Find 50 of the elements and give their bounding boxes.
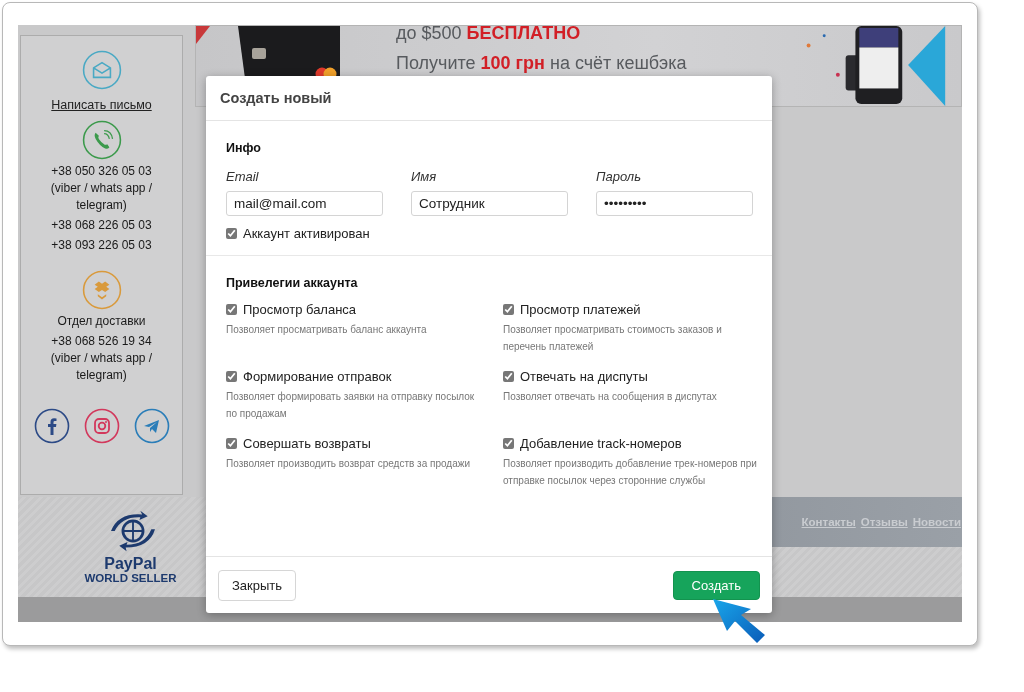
- checkbox[interactable]: [226, 438, 237, 449]
- privilege-description: Позволяет производить добавление трек-номеров при отправке посылок через сторонние службы: [503, 457, 758, 488]
- field-label: Email: [226, 169, 260, 184]
- phone-number: +38 050 326 05 03: [51, 163, 152, 180]
- checkbox-label: Просмотр баланса: [243, 302, 357, 317]
- cursor-icon: [713, 599, 765, 643]
- dialog-title: Создать новый: [220, 90, 332, 106]
- privilege-description: Позволяет просматривать стоимость заказов и перечень платежей: [503, 323, 723, 354]
- messenger-note: (viber / whats app / telegram): [49, 350, 154, 384]
- input-field[interactable]: Сотрудник: [411, 191, 568, 216]
- input-field[interactable]: mail@mail.com: [226, 191, 383, 216]
- checkbox-label: Просмотр платежей: [520, 302, 641, 317]
- checkbox-label: Совершать возвраты: [243, 436, 371, 451]
- close-button[interactable]: Закрыть: [218, 569, 297, 601]
- checkbox-label: Формирование отправок: [243, 369, 392, 384]
- facebook-icon[interactable]: [33, 408, 70, 444]
- input-field[interactable]: •••••••••: [596, 191, 753, 216]
- checkbox[interactable]: [503, 438, 514, 449]
- promo-text: Получите 100 грн на счёт кешбэка: [396, 52, 687, 75]
- checkbox[interactable]: [226, 228, 237, 239]
- field-label: Пароль: [596, 169, 642, 184]
- phone-number: +38 068 526 19 34: [51, 333, 152, 350]
- checkbox[interactable]: [503, 304, 514, 315]
- phone-number: +38 068 226 05 03: [51, 217, 152, 234]
- checkbox-label: Отвечать на диспуты: [520, 369, 648, 384]
- privilege-description: Позволяет просматривать баланс аккаунта: [226, 323, 428, 337]
- field-label: Имя: [411, 169, 438, 184]
- instagram-icon[interactable]: [83, 408, 120, 444]
- privilege-description: Позволяет формировать заявки на отправку посылок по продажам: [226, 390, 476, 421]
- checkbox-label: Добавление track-номеров: [520, 436, 682, 451]
- promo-text: до $500 БЕСПЛАТНО: [396, 25, 582, 45]
- checkbox[interactable]: [226, 371, 237, 382]
- corner-stripe-drawing: [196, 26, 210, 44]
- section-heading: Инфо: [226, 141, 262, 155]
- write-letter-link[interactable]: Написать письмо: [51, 98, 152, 112]
- privilege-description: Позволяет производить возврат средств за продажи: [226, 457, 471, 471]
- logo-title: PayPal: [104, 555, 157, 572]
- telegram-icon[interactable]: [133, 408, 170, 444]
- checkbox[interactable]: [226, 304, 237, 315]
- section-heading: Привелегии аккаунта: [226, 276, 359, 290]
- privilege-description: Позволяет отвечать на сообщения в диспутах: [503, 390, 718, 404]
- phone-icon: [81, 120, 122, 160]
- messenger-note: (viber / whats app / telegram): [49, 180, 154, 214]
- delivery-department: Отдел доставки: [57, 313, 146, 330]
- mail-icon: [81, 50, 122, 90]
- checkbox-label: Аккаунт активирован: [243, 226, 370, 241]
- box-icon: [81, 270, 122, 310]
- logo-subtitle: WORLD SELLER: [84, 572, 177, 585]
- checkbox[interactable]: [503, 371, 514, 382]
- phone-number: +38 093 226 05 03: [51, 237, 152, 254]
